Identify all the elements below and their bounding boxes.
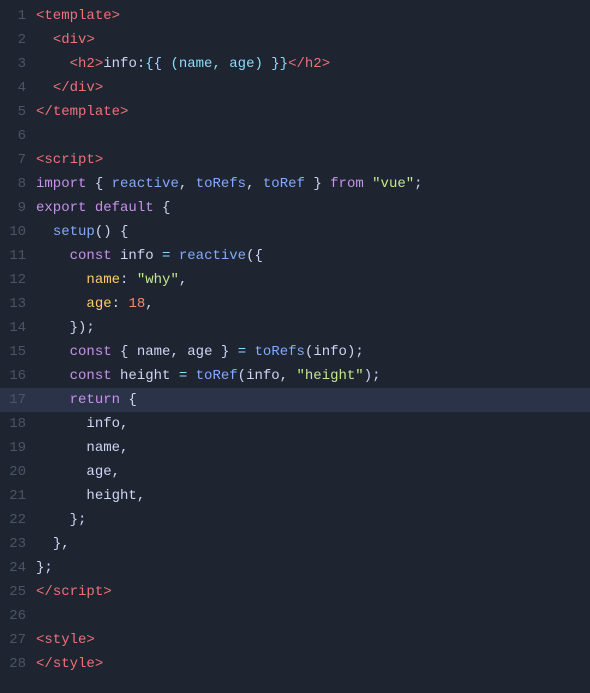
code-line: 22 };: [0, 508, 590, 532]
line-code: <style>: [36, 628, 590, 652]
line-number: 16: [0, 364, 36, 388]
code-line: 5</template>: [0, 100, 590, 124]
line-number: 1: [0, 4, 36, 28]
line-code: return {: [36, 388, 590, 412]
code-line: 28</style>: [0, 652, 590, 676]
code-line: 3 <h2>info:{{ (name, age) }}</h2>: [0, 52, 590, 76]
line-number: 5: [0, 100, 36, 124]
line-number: 19: [0, 436, 36, 460]
line-number: 27: [0, 628, 36, 652]
line-code: [36, 124, 590, 148]
line-code: const info = reactive({: [36, 244, 590, 268]
line-code: export default {: [36, 196, 590, 220]
line-code: info,: [36, 412, 590, 436]
line-number: 23: [0, 532, 36, 556]
code-line: 8import { reactive, toRefs, toRef } from…: [0, 172, 590, 196]
line-number: 9: [0, 196, 36, 220]
line-number: 18: [0, 412, 36, 436]
line-code: const { name, age } = toRefs(info);: [36, 340, 590, 364]
code-line: 26: [0, 604, 590, 628]
code-line: 6: [0, 124, 590, 148]
code-line: 4 </div>: [0, 76, 590, 100]
code-line: 27<style>: [0, 628, 590, 652]
code-line: 25</script>: [0, 580, 590, 604]
line-code: </template>: [36, 100, 590, 124]
line-code: </style>: [36, 652, 590, 676]
line-code: };: [36, 508, 590, 532]
code-line: 23 },: [0, 532, 590, 556]
line-code: height,: [36, 484, 590, 508]
line-number: 14: [0, 316, 36, 340]
code-line: 2 <div>: [0, 28, 590, 52]
code-line: 21 height,: [0, 484, 590, 508]
line-code: <div>: [36, 28, 590, 52]
code-line: 12 name: "why",: [0, 268, 590, 292]
line-number: 20: [0, 460, 36, 484]
line-number: 10: [0, 220, 36, 244]
code-line: 18 info,: [0, 412, 590, 436]
code-line: 9export default {: [0, 196, 590, 220]
code-line: 7<script>: [0, 148, 590, 172]
code-line: 10 setup() {: [0, 220, 590, 244]
code-line: 13 age: 18,: [0, 292, 590, 316]
line-code: };: [36, 556, 590, 580]
line-number: 7: [0, 148, 36, 172]
line-number: 26: [0, 604, 36, 628]
line-code: import { reactive, toRefs, toRef } from …: [36, 172, 590, 196]
code-line: 20 age,: [0, 460, 590, 484]
line-code: age,: [36, 460, 590, 484]
code-line: 16 const height = toRef(info, "height");: [0, 364, 590, 388]
code-line: 14 });: [0, 316, 590, 340]
line-number: 25: [0, 580, 36, 604]
line-number: 4: [0, 76, 36, 100]
line-code: setup() {: [36, 220, 590, 244]
code-line: 24};: [0, 556, 590, 580]
line-code: </script>: [36, 580, 590, 604]
line-number: 28: [0, 652, 36, 676]
line-code: name,: [36, 436, 590, 460]
line-number: 17: [0, 388, 36, 412]
line-number: 13: [0, 292, 36, 316]
code-line: 1<template>: [0, 4, 590, 28]
line-code: <template>: [36, 4, 590, 28]
line-number: 24: [0, 556, 36, 580]
code-line: 19 name,: [0, 436, 590, 460]
line-code: age: 18,: [36, 292, 590, 316]
line-code: <script>: [36, 148, 590, 172]
line-number: 12: [0, 268, 36, 292]
line-code: <h2>info:{{ (name, age) }}</h2>: [36, 52, 590, 76]
line-number: 22: [0, 508, 36, 532]
line-code: [36, 604, 590, 628]
line-code: const height = toRef(info, "height");: [36, 364, 590, 388]
line-code: </div>: [36, 76, 590, 100]
code-line: 15 const { name, age } = toRefs(info);: [0, 340, 590, 364]
line-number: 2: [0, 28, 36, 52]
code-line: 17 return {: [0, 388, 590, 412]
code-line: 11 const info = reactive({: [0, 244, 590, 268]
line-code: name: "why",: [36, 268, 590, 292]
line-number: 8: [0, 172, 36, 196]
code-editor: 1<template>2 <div>3 <h2>info:{{ (name, a…: [0, 0, 590, 680]
line-number: 11: [0, 244, 36, 268]
line-code: });: [36, 316, 590, 340]
line-number: 6: [0, 124, 36, 148]
line-number: 15: [0, 340, 36, 364]
line-number: 21: [0, 484, 36, 508]
line-code: },: [36, 532, 590, 556]
line-number: 3: [0, 52, 36, 76]
